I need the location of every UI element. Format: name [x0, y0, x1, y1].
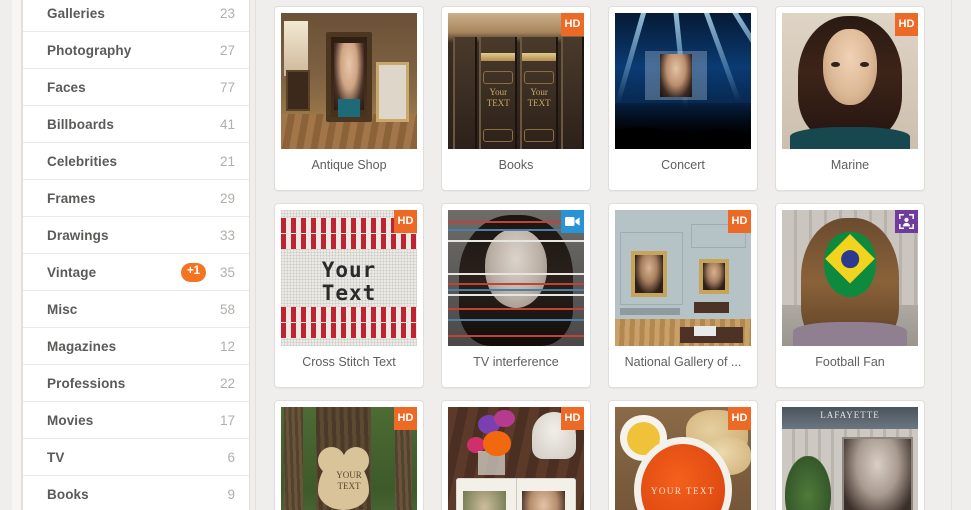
sidebar-item-label: Photography: [47, 42, 132, 58]
thumbnail-image[interactable]: HD: [782, 13, 918, 149]
sidebar-item-billboards[interactable]: Billboards 41: [23, 106, 249, 143]
thumbnail-image[interactable]: Your TEXT Your TEXT HD: [448, 13, 584, 149]
sidebar-item-books[interactable]: Books 9: [23, 476, 249, 510]
thumbnail-image[interactable]: [782, 210, 918, 346]
thumbnail-caption: Concert: [661, 158, 705, 172]
sidebar-item-count: 35: [219, 264, 235, 280]
thumbnail-card[interactable]: Antique Shop: [274, 6, 424, 191]
sidebar-item-label: Drawings: [47, 227, 109, 243]
thumbnail-card[interactable]: TV interference: [441, 203, 591, 388]
sidebar-item-count: 27: [219, 42, 235, 58]
sidebar-item-label: TV: [47, 449, 65, 465]
hd-badge-icon: HD: [728, 407, 751, 430]
sidebar-item-label: Faces: [47, 79, 86, 95]
thumbnail-image[interactable]: HD: [448, 407, 584, 510]
category-list: Galleries 23 Photography 27 Faces 77 Billboard…: [23, 0, 249, 510]
sidebar-item-misc[interactable]: Misc 58: [23, 291, 249, 328]
thumbnail-card[interactable]: HD National Gallery of ...: [608, 203, 758, 388]
thumbnail-caption: Football Fan: [815, 355, 885, 369]
sidebar-item-label: Vintage: [47, 264, 97, 280]
sidebar-item-label: Misc: [47, 301, 78, 317]
thumbnail-caption: Books: [498, 158, 534, 172]
thumbnail-card[interactable]: HD Marine: [775, 6, 925, 191]
hd-badge-icon: HD: [561, 13, 584, 36]
sidebar-item-count: 21: [219, 153, 235, 169]
thumbnail-artwork: [615, 13, 751, 149]
sidebar-item-count: 58: [219, 301, 235, 317]
thumbnail-card[interactable]: Your Text HD Cross Stitch Text: [274, 203, 424, 388]
thumbnail-content-area: Antique Shop Your TEXT Your TEXT HD Books C…: [262, 0, 951, 510]
sidebar-item-professions[interactable]: Professions 22: [23, 365, 249, 402]
sidebar-item-drawings[interactable]: Drawings 33: [23, 217, 249, 254]
hd-badge-icon: HD: [895, 13, 918, 36]
thumbnail-image[interactable]: YOUR TEXT HD: [281, 407, 417, 510]
thumbnail-image[interactable]: [281, 13, 417, 149]
thumbnail-artwork: [281, 13, 417, 149]
thumbnail-card[interactable]: YOUR TEXT HD: [608, 400, 758, 510]
thumbnail-card[interactable]: YOUR TEXT HD: [274, 400, 424, 510]
hd-badge-icon: HD: [394, 210, 417, 233]
video-camera-icon: [561, 210, 584, 233]
sidebar-item-label: Professions: [47, 375, 126, 391]
sidebar-item-label: Galleries: [47, 6, 105, 21]
left-gutter: [0, 0, 12, 510]
sidebar-item-celebrities[interactable]: Celebrities 21: [23, 143, 249, 180]
sidebar-item-magazines[interactable]: Magazines 12: [23, 328, 249, 365]
sidebar-item-count: 12: [219, 338, 235, 354]
thumbnail-image[interactable]: HD: [615, 210, 751, 346]
sidebar-item-count: 33: [219, 227, 235, 243]
sidebar-item-new-badge: +1: [181, 262, 206, 282]
thumbnail-caption: Marine: [830, 158, 870, 172]
thumbnail-caption: Antique Shop: [311, 158, 387, 172]
thumbnail-image[interactable]: [448, 210, 584, 346]
sidebar-item-photography[interactable]: Photography 27: [23, 32, 249, 69]
sidebar-item-label: Frames: [47, 190, 96, 206]
sidebar-item-count: 22: [219, 375, 235, 391]
sidebar-splitter[interactable]: [250, 0, 262, 510]
sidebar-item-count: 77: [219, 79, 235, 95]
thumbnail-card[interactable]: Football Fan: [775, 203, 925, 388]
sidebar-item-label: Movies: [47, 412, 94, 428]
thumbnail-image[interactable]: YOUR TEXT HD: [615, 407, 751, 510]
hd-badge-icon: HD: [394, 407, 417, 430]
sidebar-item-count: 23: [219, 6, 235, 21]
sidebar-item-vintage[interactable]: Vintage +1 35: [23, 254, 249, 291]
sidebar-item-movies[interactable]: Movies 17: [23, 402, 249, 439]
app-root: Galleries 23 Photography 27 Faces 77 Billboard…: [0, 0, 971, 510]
thumbnail-image[interactable]: [615, 13, 751, 149]
thumbnail-card[interactable]: Your TEXT Your TEXT HD Books: [441, 6, 591, 191]
thumbnail-card[interactable]: HD: [441, 400, 591, 510]
sidebar-item-faces[interactable]: Faces 77: [23, 69, 249, 106]
thumbnail-image[interactable]: Your Text HD: [281, 210, 417, 346]
sidebar-item-count: 6: [227, 449, 235, 465]
hd-badge-icon: HD: [561, 407, 584, 430]
thumbnail-grid: Antique Shop Your TEXT Your TEXT HD Books C…: [274, 6, 951, 510]
sidebar-item-tv[interactable]: TV 6: [23, 439, 249, 476]
hd-badge-icon: HD: [728, 210, 751, 233]
face-detect-icon: [895, 210, 918, 233]
splitter-line: [255, 0, 256, 510]
sidebar-item-count: 17: [219, 412, 235, 428]
left-rail: [12, 0, 22, 510]
sidebar-item-frames[interactable]: Frames 29: [23, 180, 249, 217]
thumbnail-card[interactable]: Concert: [608, 6, 758, 191]
thumbnail-artwork: LAFAYETTE: [782, 407, 918, 510]
sidebar-item-label: Magazines: [47, 338, 117, 354]
sidebar-item-label: Celebrities: [47, 153, 118, 169]
sidebar-item-label: Billboards: [47, 116, 115, 132]
thumbnail-caption: National Gallery of ...: [624, 355, 742, 369]
right-gutter: [951, 0, 971, 510]
sidebar-item-label: Books: [47, 486, 89, 502]
thumbnail-card[interactable]: LAFAYETTE: [775, 400, 925, 510]
sidebar-item-count: 9: [227, 486, 235, 502]
thumbnail-caption: Cross Stitch Text: [302, 355, 396, 369]
thumbnail-caption: TV interference: [473, 355, 559, 369]
sidebar-item-galleries[interactable]: Galleries 23: [23, 0, 249, 32]
category-sidebar: Galleries 23 Photography 27 Faces 77 Billboard…: [22, 0, 250, 510]
sidebar-item-count: 41: [219, 116, 235, 132]
thumbnail-image[interactable]: LAFAYETTE: [782, 407, 918, 510]
sidebar-item-count: 29: [219, 190, 235, 206]
